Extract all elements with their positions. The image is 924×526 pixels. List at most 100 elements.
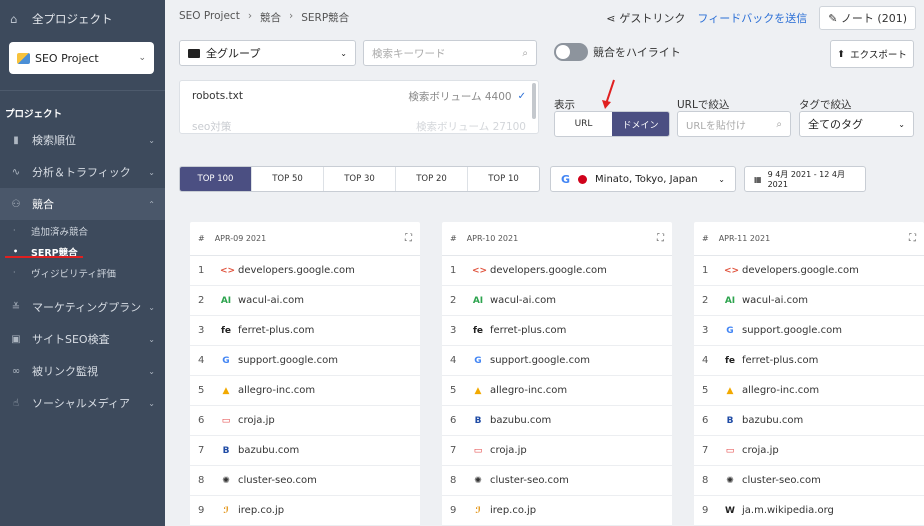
domain-name[interactable]: support.google.com — [742, 325, 842, 336]
keyword-volume: 検索ボリューム 27100 — [416, 120, 526, 133]
domain-name[interactable]: developers.google.com — [238, 265, 355, 276]
serp-row[interactable]: 3 fe ferret-plus.com — [190, 316, 420, 346]
breadcrumb-competitors[interactable]: 競合 — [260, 10, 281, 25]
domain-name[interactable]: allegro-inc.com — [742, 385, 819, 396]
column-date: APR-11 2021 — [718, 234, 771, 243]
feedback-link[interactable]: フィードバックを送信 — [697, 10, 807, 26]
domain-name[interactable]: cluster-seo.com — [238, 475, 317, 486]
serp-row[interactable]: 2 AI wacul-ai.com — [190, 286, 420, 316]
domain-name[interactable]: croja.jp — [742, 445, 779, 456]
tab-top-100[interactable]: TOP 100 — [180, 167, 252, 191]
serp-row[interactable]: 2 AI wacul-ai.com — [694, 286, 924, 316]
group-select[interactable]: 全グループ ⌄ — [179, 40, 356, 66]
sidebar-item-site-audit[interactable]: ▣ サイトSEO検査 ⌄ — [0, 323, 165, 355]
sidebar-subitem-added-competitors[interactable]: · 追加済み競合 — [0, 220, 165, 241]
tab-top-50[interactable]: TOP 50 — [252, 167, 324, 191]
domain-name[interactable]: allegro-inc.com — [238, 385, 315, 396]
highlight-label: 競合をハイライト — [593, 46, 681, 59]
domain-name[interactable]: cluster-seo.com — [490, 475, 569, 486]
domain-name[interactable]: croja.jp — [490, 445, 527, 456]
keyword-list-scrollbar[interactable] — [532, 83, 536, 119]
sidebar-item-marketing-plan[interactable]: ≚ マーケティングプラン ⌄ — [0, 291, 165, 323]
display-option-domain[interactable]: ドメイン — [612, 112, 669, 136]
serp-row[interactable]: 7 ▭ croja.jp — [694, 436, 924, 466]
serp-row[interactable]: 7 Bbazubu.com — [190, 436, 420, 466]
domain-name[interactable]: developers.google.com — [490, 265, 607, 276]
sidebar-item-backlinks[interactable]: ∞ 被リンク監視 ⌄ — [0, 355, 165, 387]
domain-name[interactable]: support.google.com — [490, 355, 590, 366]
domain-name[interactable]: irep.co.jp — [490, 505, 536, 516]
serp-row[interactable]: 3 fe ferret-plus.com — [442, 316, 672, 346]
serp-row[interactable]: 4 Gsupport.google.com — [190, 346, 420, 376]
tab-top-20[interactable]: TOP 20 — [396, 167, 468, 191]
domain-name[interactable]: ferret-plus.com — [742, 355, 818, 366]
hash-label: # — [450, 234, 457, 243]
keyword-term: robots.txt — [192, 90, 243, 102]
url-filter-input[interactable]: URLを貼付け ⌕ — [677, 111, 791, 137]
domain-name[interactable]: irep.co.jp — [238, 505, 284, 516]
serp-row[interactable]: 4 fe ferret-plus.com — [694, 346, 924, 376]
note-label: ノート (201) — [840, 12, 907, 25]
all-projects-link[interactable]: ⌂ 全プロジェクト — [0, 0, 165, 38]
breadcrumb-project[interactable]: SEO Project — [179, 10, 240, 25]
domain-name[interactable]: bazubu.com — [238, 445, 299, 456]
domain-name[interactable]: support.google.com — [238, 355, 338, 366]
sidebar-item-social-media[interactable]: ☝ ソーシャルメディア ⌄ — [0, 387, 165, 419]
serp-row[interactable]: 3 Gsupport.google.com — [694, 316, 924, 346]
domain-name[interactable]: bazubu.com — [742, 415, 803, 426]
domain-name[interactable]: wacul-ai.com — [238, 295, 304, 306]
sidebar-item-analytics[interactable]: ∿ 分析＆トラフィック ⌄ — [0, 156, 165, 188]
tag-select[interactable]: 全てのタグ ⌄ — [799, 111, 914, 137]
tab-top-10[interactable]: TOP 10 — [468, 167, 539, 191]
expand-icon[interactable]: ⛶ — [657, 233, 664, 244]
serp-row[interactable]: 8 ✺ cluster-seo.com — [442, 466, 672, 496]
tab-top-30[interactable]: TOP 30 — [324, 167, 396, 191]
domain-name[interactable]: developers.google.com — [742, 265, 859, 276]
domain-name[interactable]: ferret-plus.com — [238, 325, 314, 336]
keyword-row[interactable]: seo対策 検索ボリューム 27100 — [180, 111, 538, 133]
sidebar-subitem-serp-competitors[interactable]: • SERP競合 — [0, 241, 165, 262]
keyword-list[interactable]: robots.txt 検索ボリューム 4400 ✓ seo対策 検索ボリューム … — [179, 80, 539, 134]
serp-row[interactable]: 8 ✺ cluster-seo.com — [694, 466, 924, 496]
serp-row[interactable]: 5 ▲ allegro-inc.com — [442, 376, 672, 406]
serp-row[interactable]: 9 Wja.m.wikipedia.org — [694, 496, 924, 526]
domain-name[interactable]: wacul-ai.com — [742, 295, 808, 306]
serp-row[interactable]: 1 <> developers.google.com — [190, 256, 420, 286]
sidebar-item-competitors[interactable]: ⚇ 競合 ⌃ — [0, 188, 165, 220]
domain-name[interactable]: ja.m.wikipedia.org — [742, 505, 834, 516]
serp-row[interactable]: 2 AI wacul-ai.com — [442, 286, 672, 316]
sidebar-item-rankings[interactable]: ▮ 検索順位 ⌄ — [0, 124, 165, 156]
sidebar-subitem-visibility[interactable]: · ヴィジビリティ評価 — [0, 262, 165, 283]
domain-name[interactable]: croja.jp — [238, 415, 275, 426]
serp-row[interactable]: 1 <> developers.google.com — [442, 256, 672, 286]
expand-icon[interactable]: ⛶ — [909, 233, 916, 244]
serp-row[interactable]: 9 ℐirep.co.jp — [190, 496, 420, 526]
thumbs-up-icon: ☝ — [12, 397, 20, 409]
serp-row[interactable]: 5 ▲ allegro-inc.com — [694, 376, 924, 406]
serp-row[interactable]: 9 ℐirep.co.jp — [442, 496, 672, 526]
serp-row[interactable]: 4 Gsupport.google.com — [442, 346, 672, 376]
project-select[interactable]: SEO Project ⌄ — [9, 42, 154, 74]
note-button[interactable]: ✎ ノート (201) — [819, 6, 916, 30]
domain-name[interactable]: allegro-inc.com — [490, 385, 567, 396]
date-range-button[interactable]: ▦ 9 4月 2021 - 12 4月 2021 — [744, 166, 866, 192]
export-button[interactable]: ⬆ エクスポート — [830, 40, 914, 68]
serp-row[interactable]: 1 <> developers.google.com — [694, 256, 924, 286]
guest-link-button[interactable]: ⋖ ゲストリンク — [606, 10, 685, 26]
domain-name[interactable]: wacul-ai.com — [490, 295, 556, 306]
domain-name[interactable]: ferret-plus.com — [490, 325, 566, 336]
serp-row[interactable]: 5 ▲ allegro-inc.com — [190, 376, 420, 406]
keyword-row[interactable]: robots.txt 検索ボリューム 4400 ✓ — [180, 81, 538, 111]
serp-row[interactable]: 6 Bbazubu.com — [694, 406, 924, 436]
serp-row[interactable]: 6 ▭ croja.jp — [190, 406, 420, 436]
location-select[interactable]: G Minato, Tokyo, Japan ⌄ — [550, 166, 736, 192]
display-option-url[interactable]: URL — [555, 112, 612, 136]
highlight-toggle[interactable] — [554, 43, 588, 61]
expand-icon[interactable]: ⛶ — [405, 233, 412, 244]
domain-name[interactable]: bazubu.com — [490, 415, 551, 426]
keyword-search-input[interactable]: 検索キーワード ⌕ — [363, 40, 537, 66]
serp-row[interactable]: 8 ✺ cluster-seo.com — [190, 466, 420, 496]
serp-row[interactable]: 7 ▭ croja.jp — [442, 436, 672, 466]
serp-row[interactable]: 6 Bbazubu.com — [442, 406, 672, 436]
domain-name[interactable]: cluster-seo.com — [742, 475, 821, 486]
